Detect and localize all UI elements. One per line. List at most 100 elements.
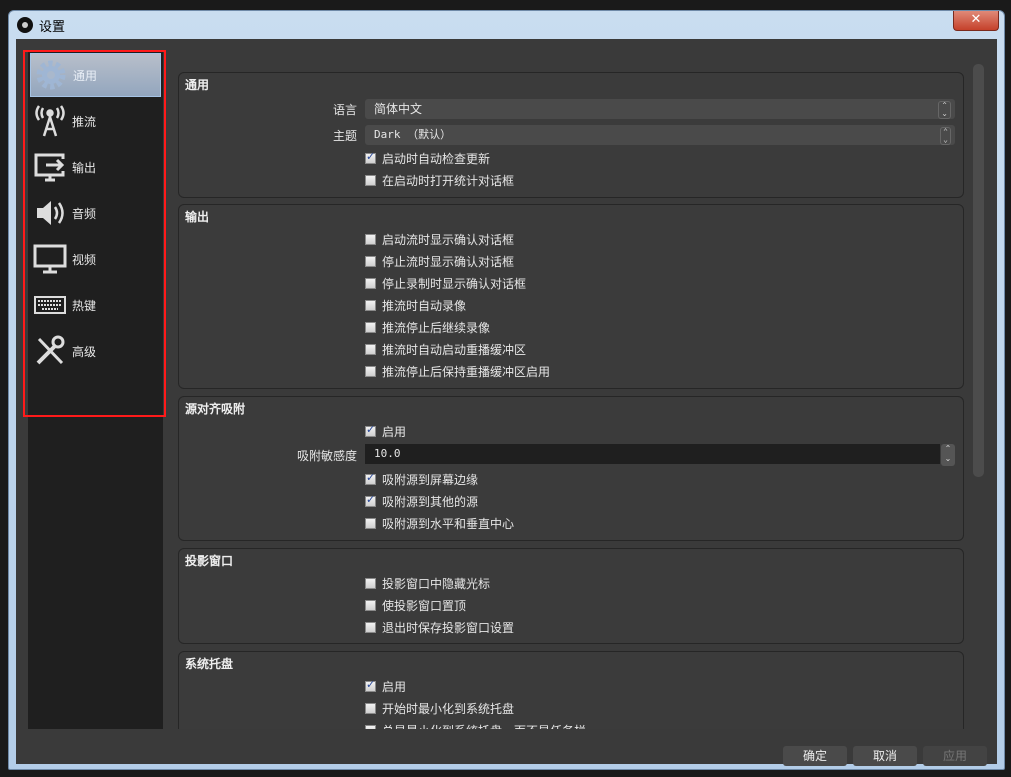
checkbox-label: 启动流时显示确认对话框 (382, 232, 515, 247)
checkbox-icon (365, 343, 376, 355)
group-title: 系统托盘 (185, 657, 234, 671)
sidebar-item-5[interactable]: 热键 (30, 283, 161, 327)
antenna-icon (32, 103, 68, 139)
group-title: 投影窗口 (185, 554, 234, 568)
checkbox-icon (365, 423, 376, 437)
scrollbar[interactable] (973, 64, 986, 729)
sidebar-item-label: 高级 (72, 344, 97, 359)
checkbox-label: 在启动时打开统计对话框 (382, 173, 515, 188)
sidebar-item-label: 热键 (72, 298, 97, 313)
checkbox-icon (365, 724, 376, 729)
checkbox-label: 推流时自动启动重播缓冲区 (382, 342, 527, 357)
obs-logo-icon (17, 17, 33, 33)
apply-button[interactable]: 应用 (923, 746, 987, 766)
group-title: 通用 (185, 78, 210, 92)
checkbox-row[interactable]: 吸附源到水平和垂直中心 (365, 514, 514, 532)
checkbox-label: 停止录制时显示确认对话框 (382, 276, 527, 291)
ok-button[interactable]: 确定 (783, 746, 847, 766)
checkbox-icon (365, 299, 376, 311)
checkbox-row[interactable]: 停止录制时显示确认对话框 (365, 274, 526, 292)
title-bar: 设置 (9, 11, 1004, 39)
sidebar-item-3[interactable]: 音频 (30, 191, 161, 235)
sidebar: 通用推流输出音频视频热键高级 (28, 51, 163, 729)
theme-select[interactable]: Dark （默认） ⌃ ⌄ (365, 125, 955, 145)
speaker-icon (32, 195, 68, 231)
checkbox-label: 推流时自动录像 (382, 298, 467, 313)
sidebar-item-2[interactable]: 输出 (30, 145, 161, 189)
client-area: 通用 推流 输出 音频 视频 热键 高级 通用 语言 简体中文 ⌃ ⌄ 主题 Dark （默认）… (16, 39, 997, 766)
checkbox-icon (365, 702, 376, 714)
settings-content: 通用 语言 简体中文 ⌃⌄ 主题 Dark （默认） ⌃⌄ 启动时自动检查更新在启动… (178, 61, 964, 729)
checkbox-label: 吸附源到水平和垂直中心 (382, 516, 515, 531)
checkbox-icon (365, 517, 376, 529)
spin-buttons[interactable]: ⌃ ⌄ (941, 444, 955, 466)
language-value: 简体中文 (374, 102, 423, 116)
checkbox-label: 吸附源到其他的源 (382, 494, 479, 509)
group-system-tray: 系统托盘 启用开始时最小化到系统托盘总是最小化到系统托盘，而不是任务栏 (178, 651, 964, 729)
group-snapping: 源对齐吸附 启用 吸附敏感度 10.0 ⌃⌄ 吸附源到屏幕边缘吸附源到其他的源吸… (178, 396, 964, 541)
checkbox-label: 开始时最小化到系统托盘 (382, 701, 515, 716)
group-general: 通用 语言 简体中文 ⌃⌄ 主题 Dark （默认） ⌃⌄ 启动时自动检查更新在启动… (178, 72, 964, 198)
sidebar-item-label: 通用 (73, 68, 98, 83)
tools-icon (32, 333, 68, 369)
checkbox-label: 投影窗口中隐藏光标 (382, 576, 491, 591)
checkbox-label: 启动时自动检查更新 (382, 151, 491, 166)
sidebar-item-label: 输出 (72, 160, 97, 175)
scrollbar-thumb[interactable] (973, 64, 984, 477)
settings-window: 设置 ✕ 通用 推流 输出 音频 视频 热键 高级 通用 语言 简体中文 ⌃ ⌄ 主题 Dark… (8, 10, 1005, 770)
theme-value: Dark （默认） (374, 128, 452, 141)
snap-enable-checkbox[interactable]: 启用 (365, 422, 406, 440)
sidebar-item-label: 推流 (72, 114, 97, 129)
checkbox-label: 停止流时显示确认对话框 (382, 254, 515, 269)
chevron-updown-icon: ⌃ ⌄ (938, 101, 951, 119)
checkbox-label: 吸附源到屏幕边缘 (382, 472, 479, 487)
checkbox-icon (365, 493, 376, 507)
checkbox-label: 推流停止后保持重播缓冲区启用 (382, 364, 551, 379)
chevron-updown-icon: ⌃ ⌄ (940, 127, 951, 145)
close-button[interactable]: ✕ (953, 11, 999, 31)
checkbox-row[interactable]: 使投影窗口置顶 (365, 596, 466, 614)
checkbox-icon (365, 621, 376, 633)
group-projector: 投影窗口 投影窗口中隐藏光标 使投影窗口置顶退出时保存投影窗口设置 (178, 548, 964, 644)
checkbox-row[interactable]: 推流时自动录像 (365, 296, 466, 314)
checkbox-icon (365, 277, 376, 289)
checkbox-icon (365, 174, 376, 186)
monitor-icon (32, 241, 68, 277)
language-label: 语言 (332, 103, 357, 117)
checkbox-row[interactable]: 推流时自动启动重播缓冲区 (365, 340, 526, 358)
checkbox-label: 使投影窗口置顶 (382, 598, 467, 613)
checkbox-row[interactable]: 推流停止后保持重播缓冲区启用 (365, 362, 550, 380)
checkbox-row[interactable]: 推流停止后继续录像 (365, 318, 490, 336)
sidebar-item-6[interactable]: 高级 (30, 329, 161, 373)
keyboard-icon (32, 287, 68, 323)
language-select[interactable]: 简体中文 ⌃ ⌄ (365, 99, 955, 119)
sensitivity-label: 吸附敏感度 (296, 449, 357, 463)
sidebar-item-4[interactable]: 视频 (30, 237, 161, 281)
checkbox-row[interactable]: 开始时最小化到系统托盘 (365, 699, 514, 717)
sidebar-item-label: 视频 (72, 252, 97, 267)
checkbox-label: 推流停止后继续录像 (382, 320, 491, 335)
output-monitor-icon (32, 149, 68, 185)
gear-icon (33, 57, 69, 93)
checkbox-icon (365, 678, 376, 692)
checkbox-row[interactable]: 停止流时显示确认对话框 (365, 252, 514, 270)
checkbox-icon (365, 321, 376, 333)
checkbox-row[interactable]: 退出时保存投影窗口设置 (365, 618, 514, 636)
checkbox-row[interactable]: 总是最小化到系统托盘，而不是任务栏 (365, 721, 586, 729)
checkbox-icon (365, 471, 376, 485)
checkbox-label: 总是最小化到系统托盘，而不是任务栏 (382, 722, 586, 730)
checkbox-row[interactable]: 在启动时打开统计对话框 (365, 171, 514, 189)
checkbox-row[interactable]: 吸附源到其他的源 (365, 492, 478, 510)
checkbox-icon (365, 365, 376, 377)
checkbox-row[interactable]: 吸附源到屏幕边缘 (365, 470, 478, 488)
window-title: 设置 (39, 19, 66, 35)
sensitivity-input[interactable]: 10.0 (365, 444, 940, 464)
checkbox-row[interactable]: 启动流时显示确认对话框 (365, 230, 514, 248)
checkbox-row[interactable]: 启用 (365, 677, 406, 695)
sidebar-item-0[interactable]: 通用 (30, 53, 161, 97)
checkbox-row[interactable]: 投影窗口中隐藏光标 (365, 574, 490, 592)
cancel-button[interactable]: 取消 (853, 746, 917, 766)
sidebar-item-1[interactable]: 推流 (30, 99, 161, 143)
group-output: 输出 启动流时显示确认对话框 停止流时显示确认对话框 停止录制时显示确认对话框 推流时… (178, 204, 964, 389)
checkbox-row[interactable]: 启动时自动检查更新 (365, 149, 490, 167)
